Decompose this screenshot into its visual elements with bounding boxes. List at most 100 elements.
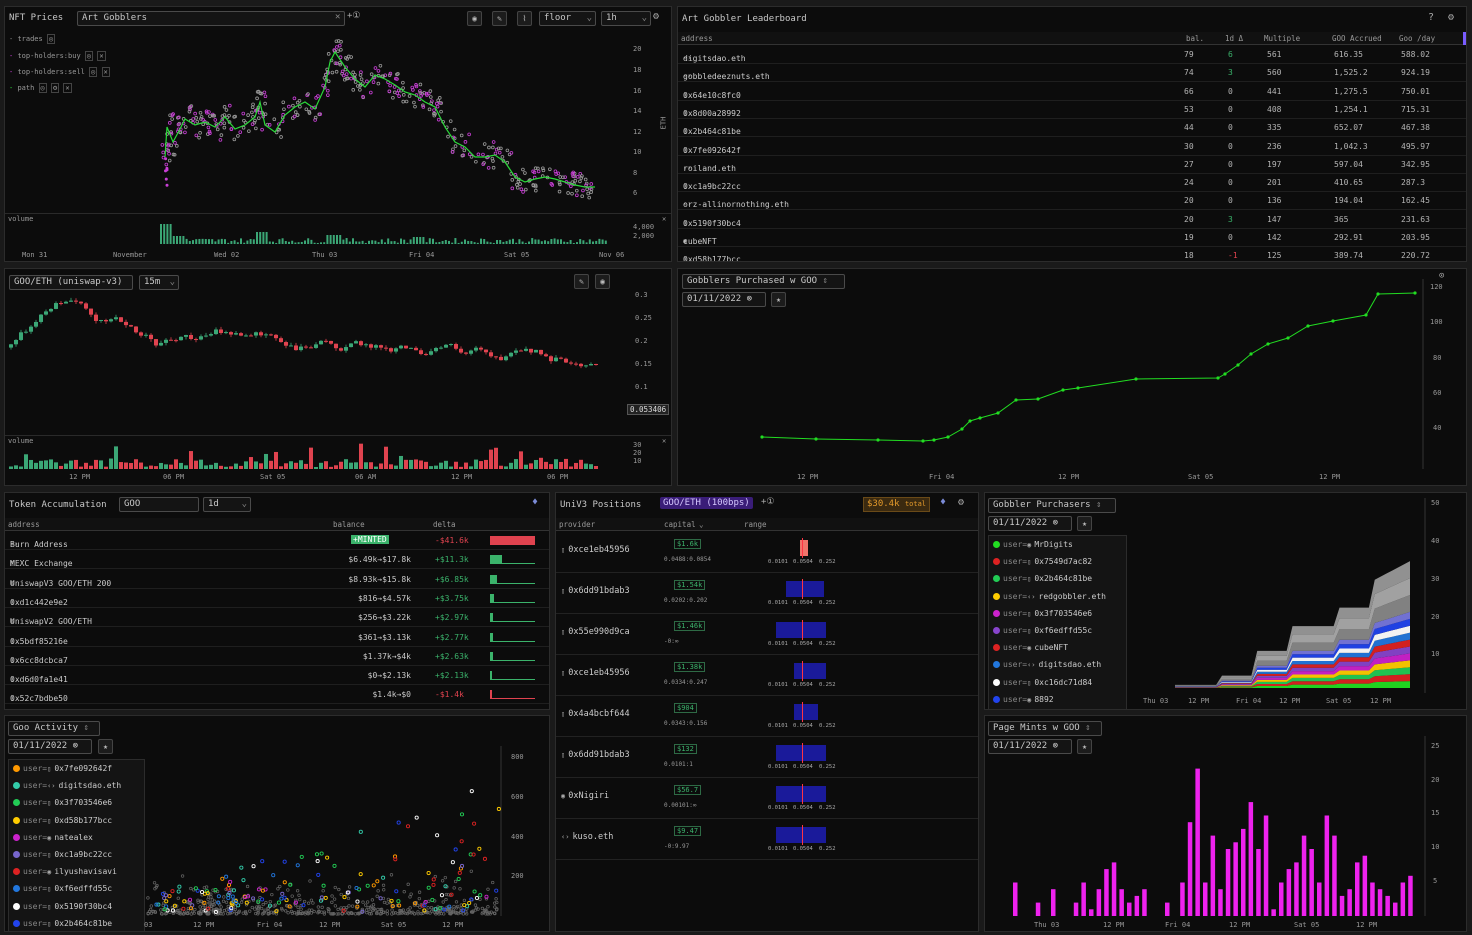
position-row[interactable]: ◉ 0xNigiri $56.7 0.00101:∞ 0.0101 0.0504 … — [556, 778, 978, 819]
table-row[interactable]: ⊠ UniswapV3 GOO/ETH 200 $8.93k→$15.8k +$6… — [5, 571, 549, 589]
legend-item[interactable]: user=▯ 0xc16dc71d84 — [993, 678, 1092, 695]
table-row[interactable]: ‹› orz-allinornothing.eth 20 0 136 194.04… — [678, 192, 1466, 211]
legend-item[interactable]: user=◉ MrDigits — [993, 540, 1073, 557]
position-row[interactable]: ‹› kuso.eth $9.47 -0:9.97 0.0101 0.0504 0… — [556, 819, 978, 860]
table-row[interactable]: ▯ 0x5190f30bc4 20 3 147 365 231.63 — [678, 211, 1466, 229]
eye-icon[interactable]: ◎ — [84, 51, 94, 61]
collection-search-input[interactable]: Art Gobblers — [77, 11, 345, 26]
col-balance[interactable]: balance — [333, 520, 365, 529]
table-row[interactable]: ▯ 0x8d00a28992 53 0 408 1,254.1 715.31 — [678, 101, 1466, 119]
layer-top-holders-sell[interactable]: - top-holders:sell ◎ ✕ — [9, 67, 110, 77]
legend-item[interactable]: user=▯ 0x7549d7ac82 — [993, 557, 1092, 574]
nft-price-chart[interactable] — [5, 7, 672, 262]
goo-eth-candlestick-chart[interactable] — [5, 269, 672, 486]
layer-top-holders-buy[interactable]: - top-holders:buy ◎ ✕ — [9, 51, 106, 61]
table-row[interactable]: ‹› gobbledeeznuts.eth 74 3 560 1,525.2 92… — [678, 64, 1466, 83]
table-row[interactable]: ▯ 0xd6d0fa1e41 $0→$2.13k +$2.13k — [5, 667, 549, 686]
gear-icon[interactable]: ⚙ — [653, 11, 659, 22]
col-bal[interactable]: bal. — [1186, 34, 1204, 43]
table-row[interactable]: ▯ 0xc1a9bc22cc 24 0 201 410.65 287.3 — [678, 174, 1466, 193]
pair-badge[interactable]: GOO/ETH (100bps) — [660, 497, 753, 509]
help-icon[interactable]: ? — [1428, 12, 1434, 23]
col-range[interactable]: range — [744, 520, 767, 529]
token-input[interactable]: GOO — [119, 497, 199, 512]
add-circle-icon[interactable]: +① — [347, 11, 361, 21]
position-row[interactable]: ▯ 0x6dd91bdab3 $132 0.0101:1 0.0101 0.050… — [556, 737, 978, 778]
legend-item[interactable]: user=‹› digitsdao.eth — [13, 781, 121, 798]
legend-item[interactable]: user=▯ 0xf6edffd55c — [13, 884, 112, 901]
table-row[interactable]: ▯ 0x5bdf85216e $361→$3.13k +$2.77k — [5, 629, 549, 647]
position-row[interactable]: ▯ 0xce1eb45956 $1.38k 0.0334:0.247 0.0101… — [556, 655, 978, 696]
table-row[interactable]: ‹› digitsdao.eth 79 6 561 616.35 588.02 — [678, 46, 1466, 64]
legend-item[interactable]: user=▯ 0x3f703546e6 — [13, 798, 112, 815]
gear-icon[interactable]: ⚙ — [1448, 12, 1454, 23]
eye-icon[interactable]: ◎ — [38, 83, 47, 93]
legend-item[interactable]: user=◉ 8892 — [993, 695, 1054, 709]
col-goo-accrued[interactable]: GOO Accrued — [1332, 34, 1382, 43]
eye-icon[interactable]: ◎ — [89, 67, 98, 77]
col-provider[interactable]: provider — [559, 520, 595, 529]
table-row[interactable]: ▯ 0xd1c442e9e2 $816→$4.57k +$3.75k — [5, 590, 549, 608]
provider-cell[interactable]: ‹› kuso.eth — [561, 832, 613, 842]
layer-trades[interactable]: - trades ◎ — [9, 34, 56, 44]
close-icon[interactable]: ✕ — [63, 83, 72, 93]
scrollbar[interactable] — [1463, 32, 1466, 45]
provider-cell[interactable]: ◉ 0xNigiri — [561, 791, 609, 801]
provider-cell[interactable]: ▯ 0xce1eb45956 — [561, 668, 630, 678]
gear-icon[interactable]: ⚙ — [958, 497, 964, 508]
legend-item[interactable]: user=‹› redgobbler.eth — [993, 592, 1106, 609]
interval-select[interactable]: 1h ⌄ — [601, 11, 651, 26]
close-icon[interactable]: ✕ — [97, 51, 106, 61]
chart-line-button[interactable]: ⌇ — [517, 11, 532, 26]
table-row[interactable]: ◉ cubeNFT 19 0 142 292.91 203.95 — [678, 229, 1466, 247]
legend-item[interactable]: user=▯ 0xc1a9bc22cc — [13, 850, 112, 867]
eye-icon[interactable]: ◎ — [46, 34, 56, 44]
position-row[interactable]: ▯ 0xce1eb45956 $1.6k 0.0488:0.0854 0.0101… — [556, 532, 978, 573]
camera-button[interactable]: ◉ — [467, 11, 482, 26]
position-row[interactable]: ▯ 0x55e990d9ca $1.46k -0:∞ 0.0101 0.0504 … — [556, 614, 978, 655]
pencil-button[interactable]: ✎ — [492, 11, 507, 26]
close-icon[interactable]: ✕ — [662, 437, 666, 445]
table-row[interactable]: ▯ 0x7fe092642f 30 0 236 1,042.3 495.97 — [678, 138, 1466, 156]
col-address[interactable]: address — [8, 520, 40, 529]
col-multiple[interactable]: Multiple — [1264, 34, 1300, 43]
legend-item[interactable]: user=◉ natealex — [13, 833, 93, 850]
gobblers-purchased-chart[interactable] — [678, 269, 1467, 486]
legend-item[interactable]: user=▯ 0x5190f30bc4 — [13, 902, 112, 919]
col-capital[interactable]: capital — [664, 520, 696, 529]
close-icon[interactable]: ✕ — [662, 215, 666, 223]
table-row[interactable]: ▯ MEXC Exchange $6.49k→$17.8k +$11.3k — [5, 551, 549, 570]
table-row[interactable]: ▯ 0x64e10c8fc0 66 0 441 1,275.5 750.01 — [678, 83, 1466, 101]
legend-item[interactable]: user=◉ cubeNFT — [993, 643, 1068, 660]
table-row[interactable]: ▯ 0x6cc8dcbca7 $1.37k→$4k +$2.63k — [5, 648, 549, 666]
col-delta[interactable]: delta — [433, 520, 456, 529]
table-row[interactable]: ⊠ UniswapV2 GOO/ETH $256→$3.22k +$2.97k — [5, 609, 549, 628]
provider-cell[interactable]: ▯ 0xce1eb45956 — [561, 545, 630, 555]
legend-item[interactable]: user=▯ 0x2b464c81be — [13, 919, 112, 931]
gear-icon[interactable]: ⚙ — [50, 83, 60, 93]
provider-cell[interactable]: ▯ 0x4a4bcbf644 — [561, 709, 630, 719]
layer-path[interactable]: - path ◎ ⚙ ✕ — [9, 83, 72, 93]
close-icon[interactable]: ✕ — [101, 67, 110, 77]
legend-item[interactable]: user=▯ 0x2b464c81be — [993, 574, 1092, 591]
sort-desc-icon[interactable]: ⌄ — [699, 520, 704, 529]
position-row[interactable]: ▯ 0x4a4bcbf644 $904 0.0343:0.156 0.0101 0… — [556, 696, 978, 737]
col-address[interactable]: address — [681, 34, 713, 43]
table-row[interactable]: ▯ 0x52c7bdbe50 $1.4k→$0 -$1.4k — [5, 686, 549, 705]
legend-item[interactable]: user=▯ 0xf6edffd55c — [993, 626, 1092, 643]
legend-item[interactable]: user=▯ 0x3f703546e6 — [993, 609, 1092, 626]
close-icon[interactable]: ✕ — [335, 12, 340, 22]
legend-item[interactable]: user=▯ 0xd58b177bcc — [13, 816, 112, 833]
position-row[interactable]: ▯ 0x6dd91bdab3 $1.54k 0.0202:0.202 0.0101… — [556, 573, 978, 614]
legend-item[interactable]: user=◉ ilyushavisavi — [13, 867, 117, 884]
metric-select[interactable]: floor ⌄ — [539, 11, 596, 26]
col-1d[interactable]: 1d Δ — [1225, 34, 1243, 43]
legend-item[interactable]: user=‹› digitsdao.eth — [993, 660, 1101, 677]
provider-cell[interactable]: ▯ 0x6dd91bdab3 — [561, 586, 630, 596]
provider-cell[interactable]: ▯ 0x6dd91bdab3 — [561, 750, 630, 760]
table-row[interactable]: ▯ 0x2b464c81be 44 0 335 652.07 467.38 — [678, 119, 1466, 138]
legend-item[interactable]: user=▯ 0x7fe092642f — [13, 764, 112, 781]
col-goo-day[interactable]: Goo /day — [1399, 34, 1435, 43]
table-row[interactable]: ‹› roiland.eth 27 0 197 597.04 342.95 — [678, 156, 1466, 174]
interval-select[interactable]: 1d ⌄ — [203, 497, 251, 512]
